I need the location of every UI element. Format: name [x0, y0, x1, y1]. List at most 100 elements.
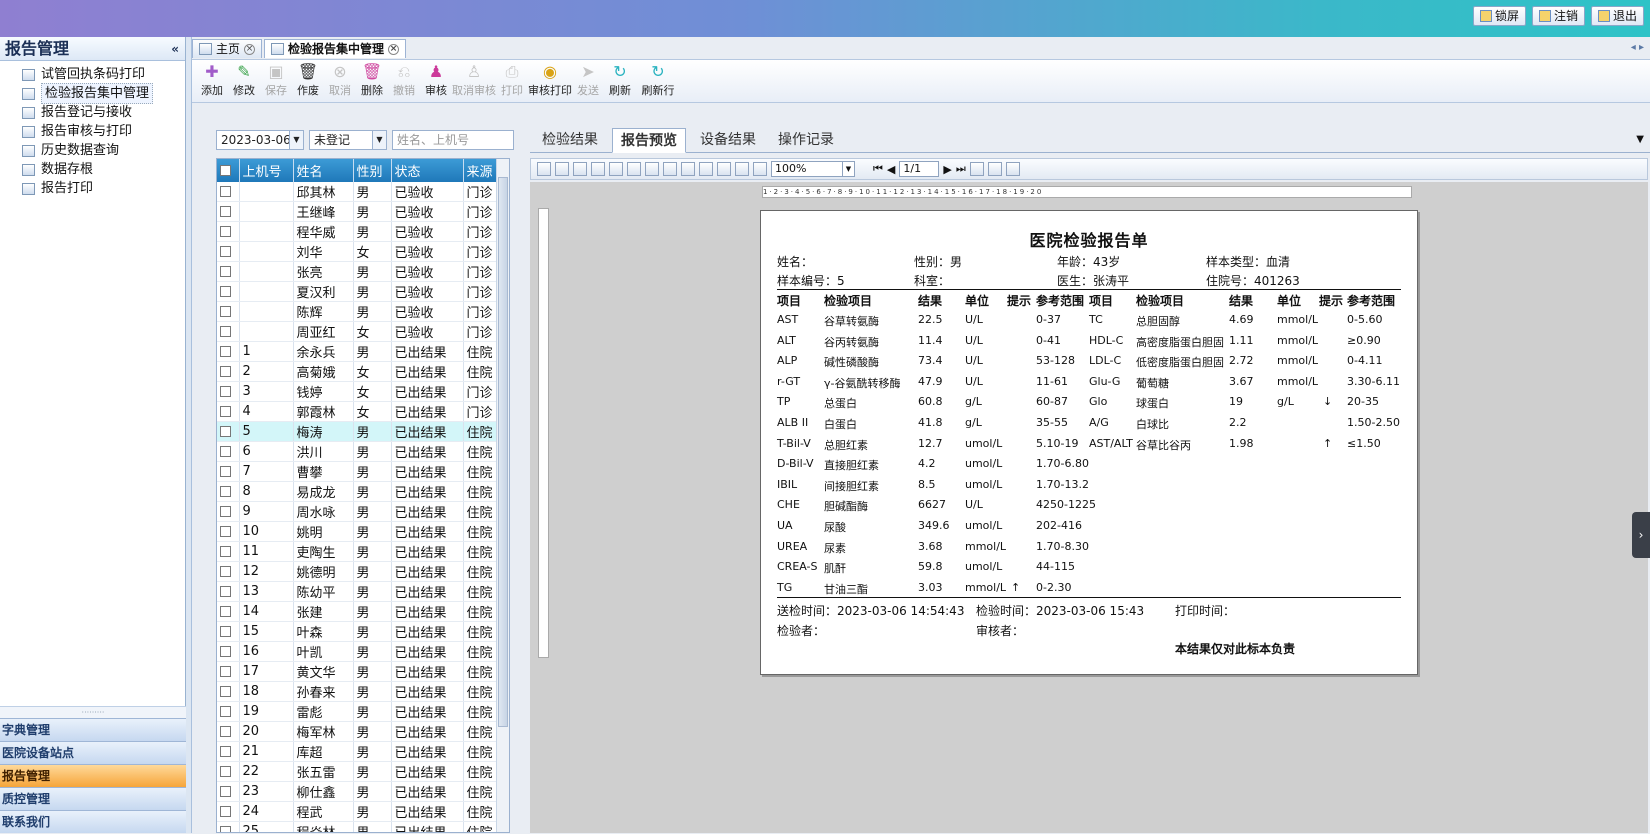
accordion-item[interactable]: 质控管理	[0, 787, 186, 810]
toolbar-undo-button[interactable]: ⎌ 撤销	[388, 60, 420, 102]
scroll-thumb[interactable]	[498, 177, 508, 727]
zoom-out-icon[interactable]	[753, 162, 767, 176]
column-header[interactable]: 来源	[463, 159, 500, 182]
row-checkbox[interactable]	[220, 326, 231, 338]
print-icon[interactable]	[555, 162, 569, 176]
checkbox-cell[interactable]	[217, 521, 240, 543]
accordion-item[interactable]: 医院设备站点	[0, 741, 186, 764]
toolbar-void-button[interactable]: 🗑 作废	[292, 60, 324, 102]
checkbox-cell[interactable]	[217, 281, 240, 303]
table-row[interactable]: 23 柳仕鑫男已出结果 住院	[217, 781, 500, 803]
result-tab[interactable]: 设备结果	[692, 128, 764, 152]
table-row[interactable]: 22 张五雷男已出结果 住院	[217, 761, 500, 783]
table-row[interactable]: 19 雷彪男已出结果 住院	[217, 701, 500, 723]
result-tab[interactable]: 检验结果	[534, 128, 606, 152]
hand-tool-icon[interactable]	[969, 162, 984, 176]
checkbox-cell[interactable]	[217, 261, 240, 283]
row-checkbox[interactable]	[220, 806, 231, 818]
open-icon[interactable]	[573, 162, 587, 176]
table-row[interactable]: 11 吏陶生男已出结果 住院	[217, 541, 500, 563]
row-checkbox[interactable]	[220, 726, 231, 738]
table-row[interactable]: 7 曹攀男已出结果 住院	[217, 461, 500, 483]
side-expand-handle[interactable]: ›	[1632, 512, 1650, 558]
table-row[interactable]: 1 余永兵男已出结果 住院	[217, 341, 500, 363]
checkbox-cell[interactable]	[217, 721, 240, 743]
preview-canvas[interactable]: 1·2·3·4·5·6·7·8·9·10·11·12·13·14·15·16·1…	[530, 182, 1648, 833]
row-checkbox[interactable]	[220, 386, 231, 398]
status-select[interactable]: 未登记 ▼	[309, 130, 387, 150]
row-checkbox[interactable]	[220, 346, 231, 358]
row-checkbox[interactable]	[220, 606, 231, 618]
checkbox-cell[interactable]	[217, 182, 240, 203]
search-input[interactable]: 姓名、上机号	[392, 130, 514, 150]
text-tool-icon[interactable]	[987, 162, 1002, 176]
checkbox-cell[interactable]	[217, 501, 240, 523]
excel-icon[interactable]	[627, 162, 641, 176]
table-row[interactable]: 15 叶森男已出结果 住院	[217, 621, 500, 643]
toolbar-refresh-row-button[interactable]: ↻ 刷新行	[636, 60, 680, 102]
row-checkbox[interactable]	[220, 826, 231, 832]
table-row[interactable]: 3 钱婷女已出结果 门诊	[217, 381, 500, 403]
multi-page-icon[interactable]	[699, 162, 713, 176]
result-tab[interactable]: 报告预览	[612, 128, 686, 153]
row-checkbox[interactable]	[220, 186, 231, 198]
close-icon[interactable]: ×	[388, 43, 400, 55]
checkbox-cell[interactable]	[217, 201, 240, 223]
nav-item[interactable]: 数据存根	[22, 160, 185, 179]
checkbox-cell[interactable]	[217, 381, 240, 403]
table-row[interactable]: 10 姚明男已出结果 住院	[217, 521, 500, 543]
checkbox-cell[interactable]	[217, 741, 240, 763]
table-row[interactable]: 夏汉利男已验收 门诊	[217, 281, 500, 303]
row-checkbox[interactable]	[220, 746, 231, 758]
row-checkbox[interactable]	[220, 666, 231, 678]
table-row[interactable]: 2 高菊娥女已出结果 住院	[217, 361, 500, 383]
column-header[interactable]: 姓名	[293, 159, 354, 182]
toolbar-edit-button[interactable]: ✎ 修改	[228, 60, 260, 102]
checkbox-cell[interactable]	[217, 821, 240, 832]
row-checkbox[interactable]	[220, 306, 231, 318]
row-checkbox[interactable]	[220, 646, 231, 658]
checkbox-cell[interactable]	[217, 621, 240, 643]
row-checkbox[interactable]	[220, 526, 231, 538]
table-row[interactable]: 6 洪川男已出结果 住院	[217, 441, 500, 463]
checkbox-cell[interactable]	[217, 241, 240, 263]
grid-view-icon[interactable]	[717, 162, 731, 176]
table-row[interactable]: 周亚红女已验收 门诊	[217, 321, 500, 343]
row-checkbox[interactable]	[220, 586, 231, 598]
table-row[interactable]: 20 梅军林男已出结果 住院	[217, 721, 500, 743]
toolbar-delete-button[interactable]: 🗑 删除	[356, 60, 388, 102]
table-row[interactable]: 程华威男已验收 门诊	[217, 221, 500, 243]
checkbox-cell[interactable]	[217, 761, 240, 783]
single-page-icon[interactable]	[681, 162, 695, 176]
logout-button[interactable]: 注销	[1531, 6, 1585, 26]
row-checkbox[interactable]	[220, 766, 231, 778]
zoom-in-icon[interactable]	[735, 162, 749, 176]
checkbox-cell[interactable]	[217, 601, 240, 623]
row-checkbox[interactable]	[220, 426, 231, 438]
prev-page-icon[interactable]: ◀	[887, 163, 895, 176]
exit-button[interactable]: 退出	[1590, 6, 1644, 26]
table-row[interactable]: 张亮男已验收 门诊	[217, 261, 500, 283]
checkbox-cell[interactable]	[217, 581, 240, 603]
tab-item[interactable]: 检验报告集中管理 ×	[264, 39, 407, 58]
nav-item[interactable]: 报告打印	[22, 179, 185, 198]
checkbox-cell[interactable]	[217, 781, 240, 803]
toolbar-refresh-button[interactable]: ↻ 刷新	[604, 60, 636, 102]
mail-icon[interactable]	[663, 162, 677, 176]
toolbar-audit-button[interactable]: ♟ 审核	[420, 60, 452, 102]
snapshot-icon[interactable]	[1005, 162, 1020, 176]
toolbar-audit-print-button[interactable]: ◉ 审核打印	[528, 60, 572, 102]
row-checkbox[interactable]	[220, 446, 231, 458]
checkbox-cell[interactable]	[217, 561, 240, 583]
toolbar-add-button[interactable]: ✚ 添加	[196, 60, 228, 102]
toolbar-save-button[interactable]: ▣ 保存	[260, 60, 292, 102]
table-row[interactable]: 12 姚德明男已出结果 住院	[217, 561, 500, 583]
table-row[interactable]: 18 孙春来男已出结果 住院	[217, 681, 500, 703]
table-row[interactable]: 5 梅涛男已出结果 住院	[217, 421, 500, 443]
toolbar-cancel-button[interactable]: ⊗ 取消	[324, 60, 356, 102]
row-checkbox[interactable]	[220, 566, 231, 578]
table-row[interactable]: 24 程武男已出结果 住院	[217, 801, 500, 823]
export-icon[interactable]	[609, 162, 623, 176]
table-row[interactable]: 14 张建男已出结果 住院	[217, 601, 500, 623]
checkbox-cell[interactable]	[217, 401, 240, 423]
